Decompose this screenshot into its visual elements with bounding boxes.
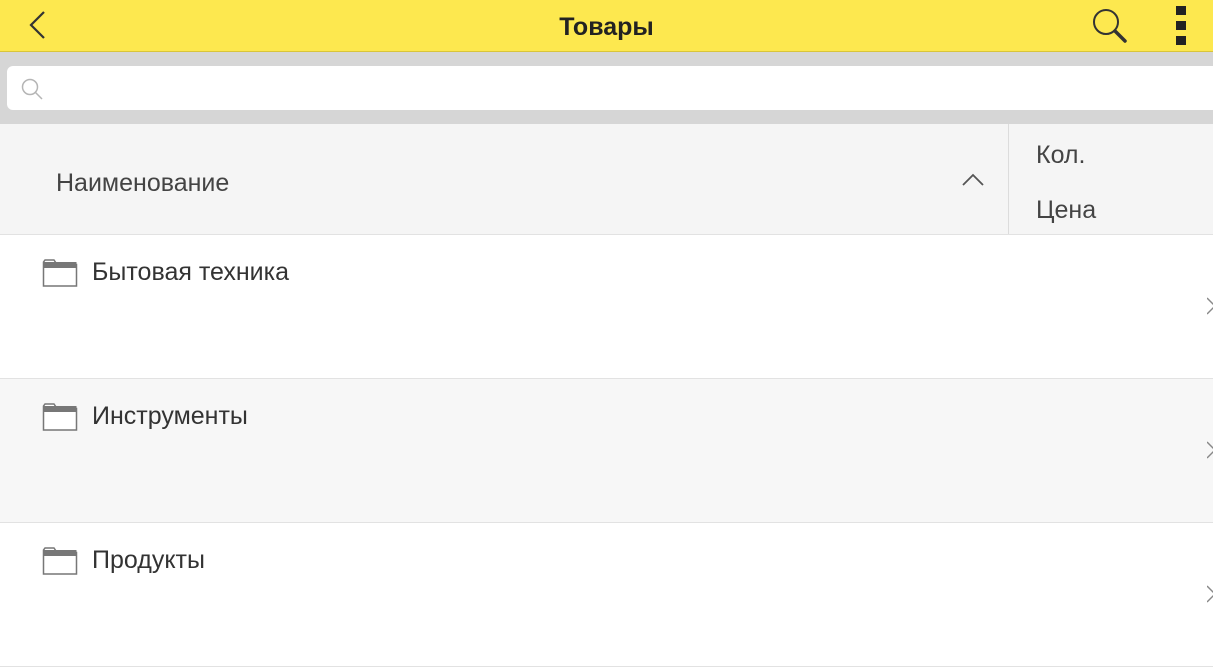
- search-button[interactable]: [1090, 6, 1130, 46]
- list-item[interactable]: Инструменты: [0, 379, 1213, 523]
- name-column-header[interactable]: Наименование: [0, 124, 1008, 234]
- chevron-right-icon: [1207, 585, 1213, 603]
- folder-icon: [42, 259, 78, 287]
- page-title: Товары: [559, 13, 654, 41]
- qty-column-label: Кол.: [1036, 141, 1086, 169]
- list-item-label: Инструменты: [92, 402, 248, 430]
- folder-icon: [42, 403, 78, 431]
- chevron-up-icon: [962, 173, 984, 186]
- chevron-right-icon: [1207, 441, 1213, 459]
- table-header: Наименование Кол. Цена: [0, 124, 1213, 235]
- search-input[interactable]: [55, 72, 1199, 106]
- list-item-label: Бытовая техника: [92, 258, 290, 286]
- list-item[interactable]: Бытовая техника: [0, 235, 1213, 379]
- folder-icon: [42, 547, 78, 575]
- search-icon: [1093, 9, 1127, 43]
- name-column-label: Наименование: [56, 169, 230, 197]
- column-divider: [1008, 124, 1009, 234]
- app-bar: Товары: [0, 0, 1213, 52]
- price-column-label: Цена: [1036, 196, 1097, 224]
- list-item-label: Продукты: [92, 546, 205, 574]
- more-menu-button[interactable]: [1170, 4, 1192, 48]
- list-item[interactable]: Продукты: [0, 523, 1213, 667]
- search-field[interactable]: [7, 66, 1213, 110]
- search-bar: [0, 52, 1213, 124]
- chevron-right-icon: [1207, 297, 1213, 315]
- search-icon: [21, 78, 43, 100]
